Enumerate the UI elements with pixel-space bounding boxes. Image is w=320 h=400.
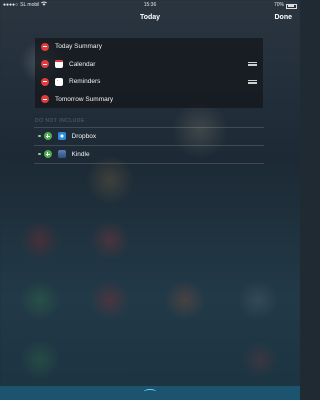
navigation-bar: Today Done (0, 11, 300, 25)
available-row-kindle: Kindle (0, 145, 300, 163)
battery-fill (287, 5, 294, 7)
widget-label: Dropbox (71, 132, 97, 140)
widget-label: Calendar (69, 60, 96, 68)
status-bar: ●●●●○ SL mobil 15:36 70% (0, 0, 300, 11)
divider (34, 163, 264, 164)
calendar-icon (55, 60, 63, 69)
reorder-handle-icon[interactable] (248, 79, 257, 84)
add-widget-button[interactable] (43, 150, 52, 158)
remove-widget-button[interactable] (41, 95, 49, 104)
done-button[interactable]: Done (275, 11, 293, 25)
add-widget-button[interactable] (43, 132, 52, 140)
widget-label: Today Summary (55, 43, 102, 51)
status-right: 70% (274, 0, 297, 11)
available-row-dropbox: Dropbox (0, 127, 300, 145)
widget-label: Reminders (69, 78, 101, 86)
battery-percent: 70% (273, 2, 284, 8)
widget-row-tomorrow-summary: Tomorrow Summary (35, 91, 263, 109)
widget-row-calendar: Calendar (35, 56, 263, 74)
widget-label: Kindle (71, 150, 90, 158)
notification-center-handle[interactable] (0, 386, 300, 400)
reorder-handle-icon[interactable] (248, 62, 257, 66)
remove-widget-button[interactable] (41, 77, 49, 86)
chevron-up-icon[interactable] (144, 389, 156, 394)
enabled-widgets-list: Today Summary Calendar Reminders Tomorro… (35, 38, 263, 108)
indicator-dot (38, 134, 41, 138)
indicator-dot (38, 152, 41, 156)
battery-icon (286, 3, 297, 9)
widget-row-reminders: Reminders (35, 73, 263, 91)
section-header-available: DO NOT INCLUDE (35, 118, 85, 124)
clock: 15:36 (143, 2, 157, 8)
widget-label: Tomorrow Summary (55, 95, 114, 103)
widget-row-today-summary: Today Summary (35, 38, 263, 56)
page-title: Today (139, 14, 161, 21)
remove-widget-button[interactable] (41, 60, 49, 69)
remove-widget-button[interactable] (41, 42, 49, 51)
reminders-icon (55, 77, 63, 86)
kindle-icon (57, 150, 66, 158)
dropbox-icon (57, 132, 66, 140)
